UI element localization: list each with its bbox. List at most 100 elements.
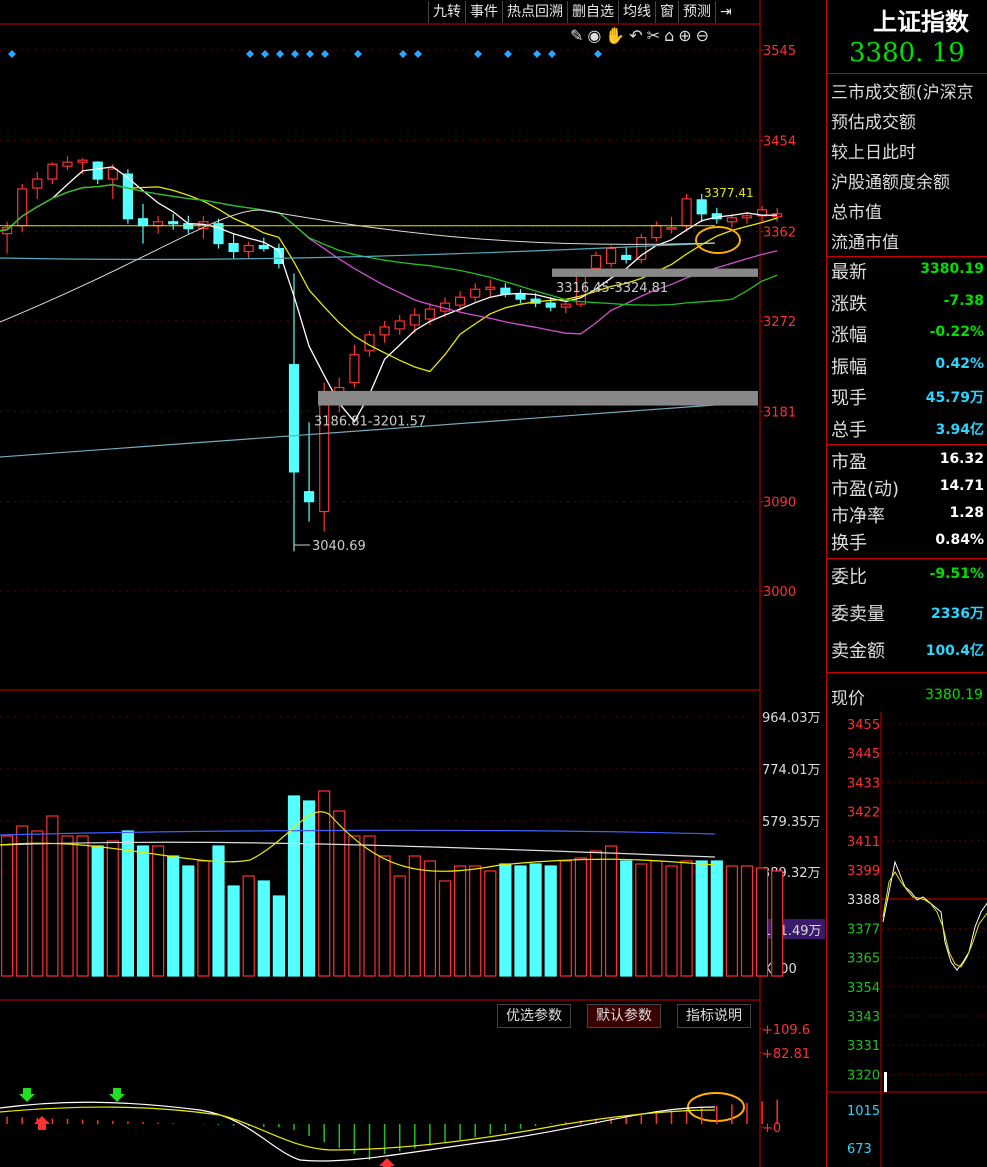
optimal-params-button[interactable]: 优选参数 [497, 1004, 571, 1028]
volume-bar [771, 870, 784, 977]
lock-icon[interactable]: ⌂ [664, 26, 678, 45]
volume-bar [559, 860, 572, 977]
volume-bar [257, 880, 270, 977]
candle-body [304, 491, 315, 503]
eye-icon[interactable]: ◉ [587, 26, 605, 45]
dea-line [0, 1106, 716, 1151]
quote-label: 最新 [831, 262, 867, 283]
candle-body [605, 247, 617, 265]
default-params-button[interactable]: 默认参数 [587, 1004, 661, 1028]
toolbar-item-hot-review[interactable]: 热点回溯 [502, 1, 567, 23]
volume-bar [650, 860, 663, 977]
candle-body [424, 308, 435, 320]
volume-bar [423, 860, 436, 977]
volume-bar [242, 875, 255, 977]
candle-body [515, 293, 526, 300]
price-axis-label: 3545 [763, 44, 796, 59]
volume-bar [695, 860, 708, 977]
volume-bar [408, 855, 421, 977]
label-est-turnover: 预估成交额 [831, 113, 916, 133]
current-price-value: 3380.19 [925, 687, 983, 703]
quote-value: 3.94亿 [935, 421, 984, 438]
index-name: 上证指数 [873, 7, 969, 36]
candle-body [32, 178, 43, 189]
toolbar-item-ma[interactable]: 均线 [618, 1, 655, 23]
candle-body [107, 168, 118, 180]
volume-bar [393, 875, 406, 977]
hand-icon[interactable]: ✋ [605, 26, 629, 45]
volume-axis-label: 774.01万 [762, 763, 821, 778]
zoom-in-icon[interactable]: ⊕ [678, 26, 695, 45]
signal-diamond [354, 50, 362, 58]
quote-value: 3380.19 [920, 261, 984, 277]
mini-axis-label: 3343 [847, 1010, 880, 1025]
toolbar-item-jiuzhuan[interactable]: 九转 [428, 1, 465, 23]
indicator-axis-label: +82.81 [762, 1047, 810, 1062]
annotation-circle [695, 226, 741, 254]
candle-body [696, 199, 707, 215]
toolbar-item-remove-watchlist[interactable]: 删自选 [567, 1, 618, 23]
sell-signal-arrow [19, 1088, 35, 1102]
zoom-out-icon[interactable]: ⊖ [696, 26, 713, 45]
volume-bar [589, 850, 603, 977]
price-axis-label: 3454 [763, 134, 796, 149]
candle-body [636, 237, 647, 261]
price-axis-label: 3090 [763, 496, 796, 511]
volume-bar [665, 865, 678, 977]
candle-body [153, 221, 164, 227]
toolbar-item-events[interactable]: 事件 [465, 1, 502, 23]
ma120-line [0, 209, 716, 323]
ma250-line [0, 404, 716, 458]
toolbar-item-window[interactable]: 窗 [655, 1, 678, 23]
volume-bar [710, 860, 723, 977]
valuation-label: 市盈 [831, 452, 867, 473]
indicator-help-button[interactable]: 指标说明 [677, 1004, 751, 1028]
label-total-mktcap: 总市值 [831, 203, 882, 223]
order-value: 100.4亿 [925, 643, 984, 659]
volume-bar [725, 865, 739, 977]
undo-icon[interactable]: ↶ [629, 26, 646, 45]
valuation-label: 换手 [831, 533, 867, 554]
signal-diamond [548, 50, 556, 58]
volume-bar [106, 840, 119, 977]
volume-bar [0, 835, 14, 977]
candle-body [288, 364, 300, 473]
volume-bar [484, 870, 497, 977]
mini-axis-label: 3455 [847, 718, 880, 733]
dif-line [0, 1101, 716, 1162]
candle-body [409, 314, 420, 326]
volume-bar [46, 815, 59, 977]
volume-bar [514, 865, 527, 977]
toolbar-item-forecast[interactable]: 预测 [678, 1, 715, 23]
scissors-icon[interactable]: ✂ [647, 26, 664, 45]
signal-diamond [533, 50, 541, 58]
valuation-value: 0.84% [935, 532, 984, 548]
pen-icon[interactable]: ✎ [570, 26, 587, 45]
quote-value: 0.42% [935, 355, 984, 372]
volume-bar [167, 855, 180, 977]
mini-axis-label: 3445 [847, 747, 880, 762]
candle-body [590, 254, 602, 269]
quote-label: 振幅 [831, 356, 867, 378]
volume-bar [227, 885, 240, 977]
intraday-mini-chart[interactable]: 3455 3445 3433 3422 3411 3399 3388 3377 3365 3354… [827, 712, 987, 1167]
volume-bar [755, 867, 769, 977]
order-label: 委比 [831, 567, 867, 588]
candle-body [349, 354, 360, 384]
candle-body [560, 303, 571, 308]
mini-volume-label: 673 [847, 1142, 872, 1157]
candle-body [681, 198, 692, 227]
buy-signal-arrow [379, 1158, 395, 1167]
volume-bar [529, 863, 542, 977]
quote-label: 涨幅 [831, 325, 867, 346]
gap-zone-lower-label: 3186.81-3201.57 [314, 415, 426, 430]
mini-axis-label: 3354 [847, 981, 880, 996]
collapse-panel-icon[interactable]: ⇥ [715, 1, 736, 23]
volume-bar [16, 825, 29, 977]
mini-axis-label: 3331 [847, 1039, 880, 1054]
volume-bar [197, 860, 210, 977]
candle-body [666, 227, 677, 230]
mini-axis-label: 3422 [847, 806, 880, 821]
candle-body [62, 161, 73, 167]
chart-canvas[interactable]: 3545 3454 3362 3272 3181 3090 3000 3316.45-3324… [0, 0, 826, 1167]
